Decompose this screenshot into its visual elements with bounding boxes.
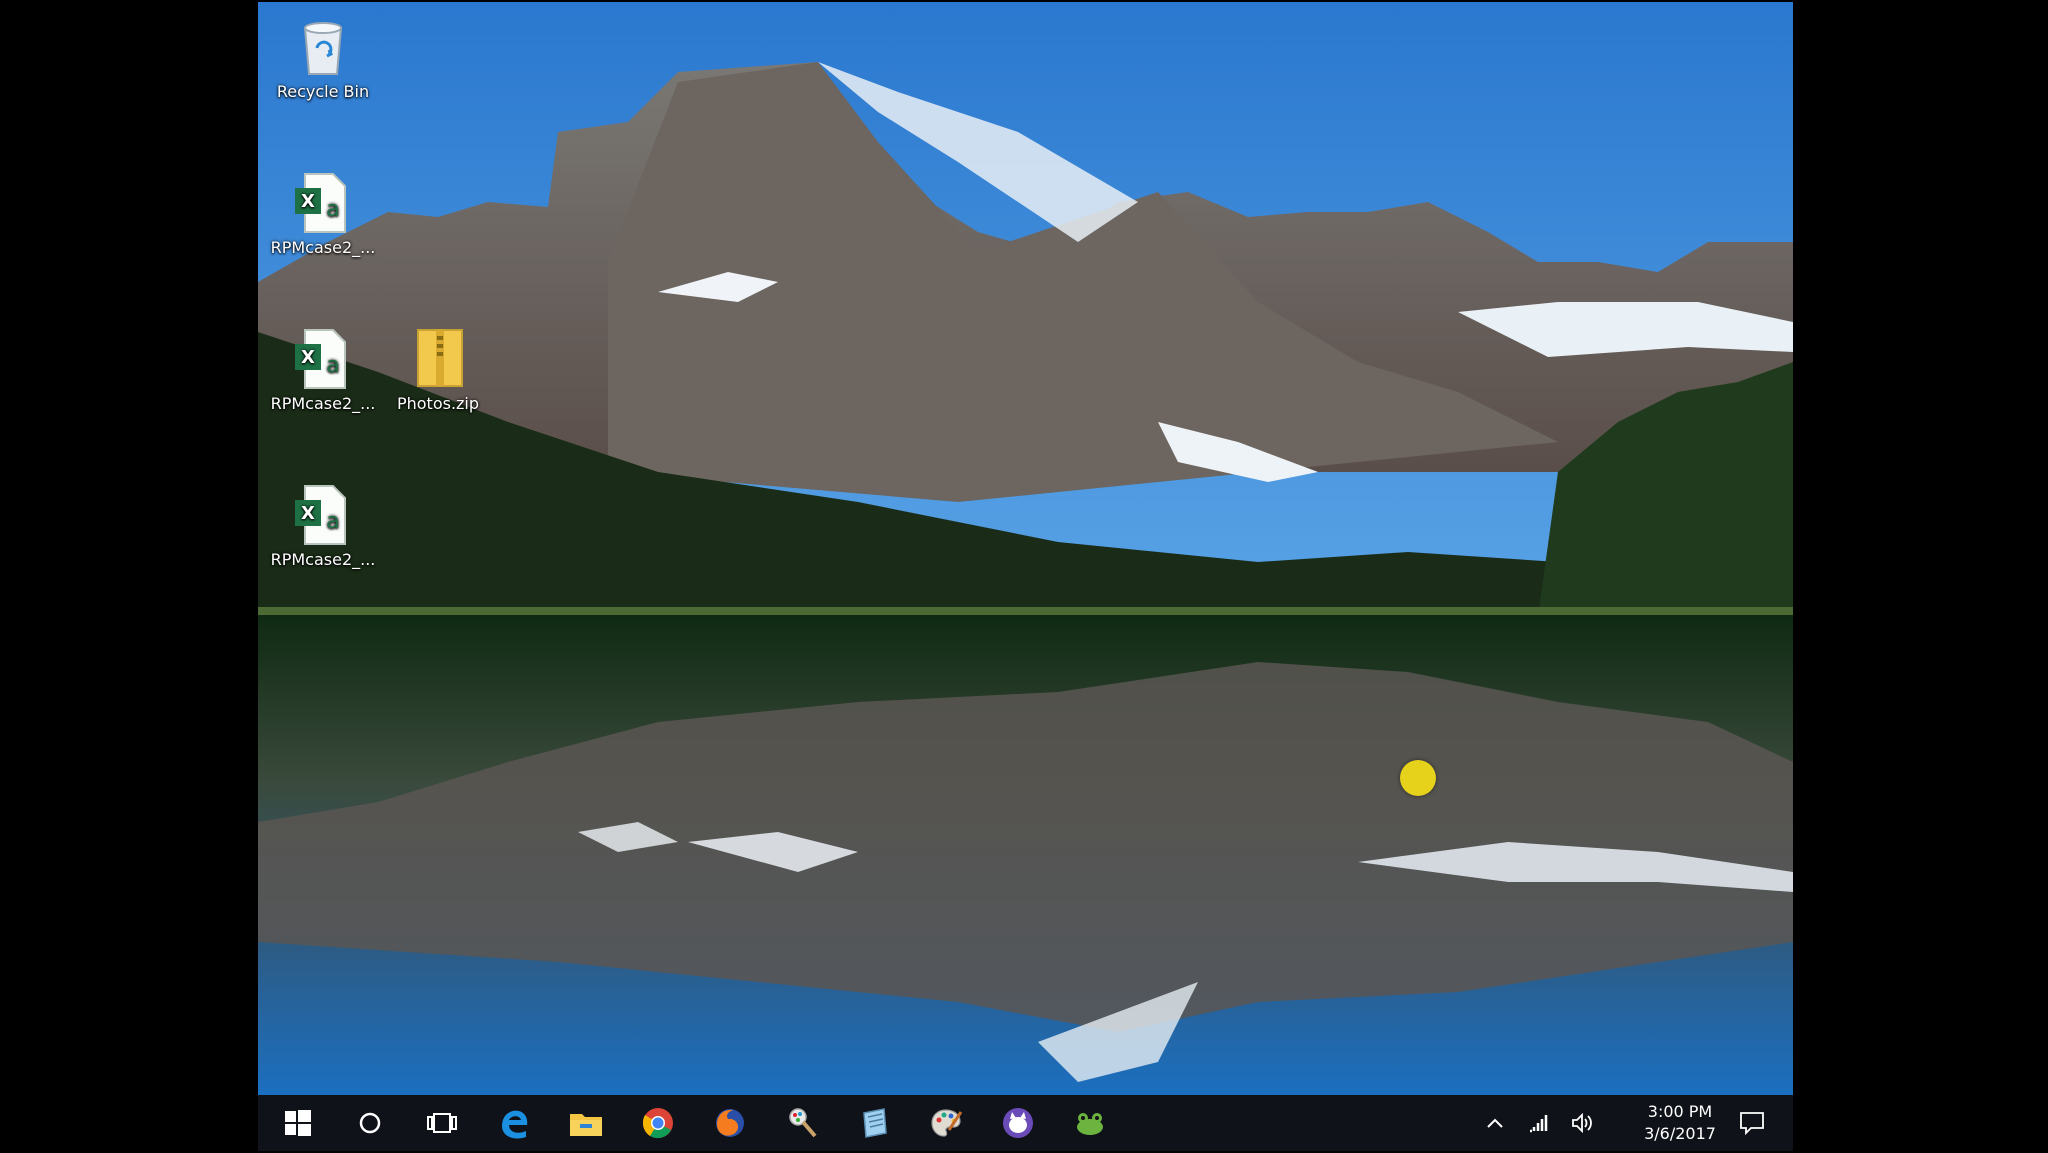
taskbar-purple-app[interactable] (990, 1101, 1046, 1145)
taskbar: 3:00 PM 3/6/2017 (258, 1095, 1793, 1151)
task-view-icon (427, 1113, 457, 1133)
action-center-button[interactable] (1730, 1095, 1774, 1151)
purple-app-icon (1003, 1108, 1033, 1138)
svg-text:X: X (301, 347, 315, 368)
frog-app-icon (1077, 1113, 1103, 1135)
edge-icon (502, 1110, 528, 1139)
svg-text:X: X (301, 191, 315, 212)
desktop-icon-recycle-bin[interactable]: Recycle Bin (263, 14, 383, 101)
svg-text:a: a (326, 353, 339, 378)
desktop-icon-label: Photos.zip (396, 394, 480, 413)
cortana-search-button[interactable] (342, 1101, 398, 1145)
volume-button[interactable] (1566, 1095, 1600, 1151)
paint-icon (789, 1108, 817, 1138)
excel-file-icon: X a (291, 170, 355, 234)
paint-palette-icon (931, 1109, 963, 1137)
desktop-icon-label: Recycle Bin (276, 82, 370, 101)
clock-time: 3:00 PM (1647, 1102, 1713, 1121)
volume-icon (1572, 1113, 1592, 1133)
desktop-icon-label: RPMcase2_... (270, 550, 376, 569)
excel-file-icon: X a (291, 326, 355, 390)
excel-file-icon: X a (291, 482, 355, 546)
taskbar-frog-app[interactable] (1062, 1101, 1118, 1145)
show-hidden-icons-button[interactable] (1478, 1095, 1512, 1151)
windows-start-icon (285, 1110, 311, 1136)
taskbar-clock[interactable]: 3:00 PM 3/6/2017 (1635, 1101, 1725, 1145)
svg-text:X: X (301, 503, 315, 524)
desktop-icon-label: RPMcase2_... (270, 238, 376, 257)
network-button[interactable] (1522, 1095, 1556, 1151)
zip-folder-icon (406, 326, 470, 390)
taskbar-paint-palette[interactable] (918, 1101, 974, 1145)
cortana-search-icon (359, 1112, 381, 1134)
taskbar-paint[interactable] (774, 1101, 830, 1145)
desktop-icon-excel-file-2[interactable]: X a RPMcase2_... (263, 326, 383, 413)
wifi-icon (1530, 1115, 1548, 1133)
desktop-icon-excel-file-1[interactable]: X a RPMcase2_... (263, 170, 383, 257)
task-view-button[interactable] (414, 1101, 470, 1145)
firefox-icon (716, 1109, 744, 1137)
notification-icon (1740, 1112, 1764, 1135)
taskbar-firefox[interactable] (702, 1101, 758, 1145)
file-explorer-icon (570, 1114, 602, 1136)
taskbar-chrome[interactable] (630, 1101, 686, 1145)
notepad-icon (863, 1108, 887, 1138)
svg-text:a: a (326, 509, 339, 534)
desktop-icon-photos-zip[interactable]: Photos.zip (378, 326, 498, 413)
mouse-cursor-highlight (1400, 760, 1436, 796)
desktop-icon-excel-file-3[interactable]: X a RPMcase2_... (263, 482, 383, 569)
desktop-wallpaper (258, 2, 1793, 1095)
recycle-bin-icon (291, 14, 355, 78)
desktop-screen: Recycle Bin X a RPMcase2_... X a RPMcase… (258, 2, 1793, 1151)
start-button[interactable] (270, 1101, 326, 1145)
chevron-up-icon (1487, 1118, 1503, 1128)
taskbar-edge[interactable] (486, 1101, 542, 1145)
clock-date: 3/6/2017 (1644, 1124, 1716, 1143)
taskbar-notepad[interactable] (846, 1101, 902, 1145)
svg-text:a: a (326, 197, 339, 222)
desktop-icon-label: RPMcase2_... (270, 394, 376, 413)
taskbar-file-explorer[interactable] (558, 1101, 614, 1145)
chrome-icon (642, 1108, 673, 1139)
